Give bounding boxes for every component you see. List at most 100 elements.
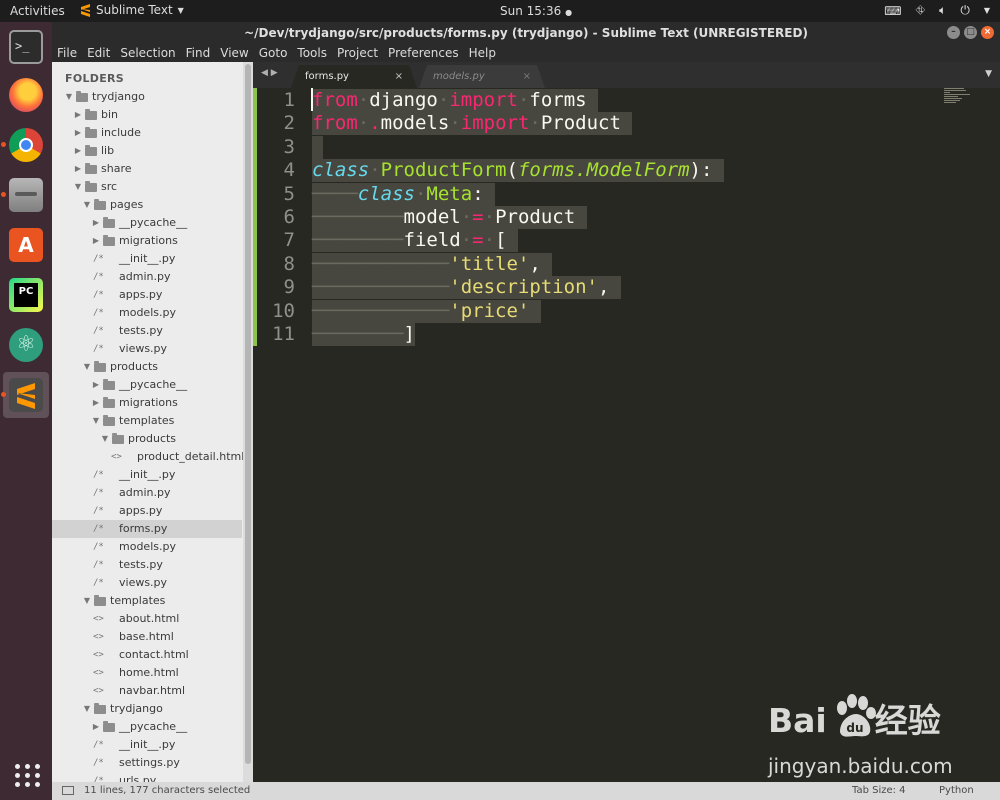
panel-toggle-icon[interactable] (62, 786, 74, 795)
firefox-launcher[interactable] (3, 72, 49, 118)
tree-item[interactable]: ▼ templates (52, 592, 242, 610)
sidebar-scrollbar-thumb[interactable] (245, 64, 251, 764)
code-line[interactable]: ────────────'price' (312, 299, 541, 323)
window-titlebar[interactable]: ~/Dev/trydjango/src/products/forms.py (t… (52, 22, 1000, 44)
code-line[interactable]: from·django·import·forms (312, 89, 599, 112)
disclosure-closed-icon[interactable]: ▶ (73, 160, 83, 178)
tree-item[interactable]: ▶ bin (52, 106, 242, 124)
chrome-launcher[interactable] (1, 122, 49, 168)
keyboard-icon[interactable]: ⌨ (884, 4, 901, 18)
disclosure-closed-icon[interactable]: ▶ (73, 124, 83, 142)
tree-item[interactable]: ▼ trydjango (52, 88, 242, 106)
tree-item[interactable]: ▼ products (52, 430, 242, 448)
pycharm-launcher[interactable]: PC (3, 272, 49, 318)
atom-launcher[interactable]: ⚛ (3, 322, 49, 368)
menu-item-selection[interactable]: Selection (120, 46, 175, 60)
tree-item[interactable]: /* models.py (52, 538, 242, 556)
tree-item[interactable]: <> base.html (52, 628, 242, 646)
maximize-button[interactable]: □ (964, 26, 977, 39)
menu-item-goto[interactable]: Goto (259, 46, 288, 60)
disclosure-closed-icon[interactable]: ▶ (91, 394, 101, 412)
tree-item[interactable]: /* admin.py (52, 484, 242, 502)
code-line[interactable] (312, 135, 324, 159)
code-line[interactable]: class·ProductForm(forms.ModelForm): (312, 159, 724, 183)
clock[interactable]: Sun 15:36 ● (500, 4, 572, 18)
volume-icon[interactable]: 🔈︎ (939, 3, 946, 18)
tree-item[interactable]: ▶ migrations (52, 394, 242, 412)
close-tab-icon[interactable]: × (523, 65, 531, 88)
tree-item[interactable]: ▶ lib (52, 142, 242, 160)
tab-models-py[interactable]: models.py × (419, 65, 545, 88)
menu-item-tools[interactable]: Tools (297, 46, 327, 60)
tree-item[interactable]: /* apps.py (52, 286, 242, 304)
tree-item[interactable]: ▶ __pycache__ (52, 376, 242, 394)
tree-item[interactable]: /* views.py (52, 340, 242, 358)
power-icon[interactable]: ⏻ (960, 3, 970, 18)
tree-item[interactable]: /* views.py (52, 574, 242, 592)
tree-item[interactable]: ▶ __pycache__ (52, 214, 242, 232)
code-line[interactable]: ────────────'description', (312, 276, 621, 300)
disclosure-open-icon[interactable]: ▼ (64, 88, 74, 106)
code-line[interactable]: ────────field·=·[ (312, 229, 518, 253)
disclosure-closed-icon[interactable]: ▶ (91, 718, 101, 736)
show-applications-launcher[interactable] (3, 752, 49, 798)
tab-next-icon[interactable]: ▶ (271, 68, 278, 78)
menu-item-find[interactable]: Find (186, 46, 211, 60)
disclosure-closed-icon[interactable]: ▶ (73, 142, 83, 160)
activities-button[interactable]: Activities (10, 4, 65, 18)
menu-item-help[interactable]: Help (469, 46, 496, 60)
tree-item[interactable]: <> product_detail.html (52, 448, 244, 466)
syntax-selector[interactable]: Python (939, 782, 974, 800)
code-line[interactable]: ────class·Meta: (312, 182, 496, 206)
tree-item[interactable]: ▼ products (52, 358, 242, 376)
app-menu[interactable]: Sublime Text ▼ (80, 3, 184, 17)
disclosure-open-icon[interactable]: ▼ (82, 358, 92, 376)
tree-item[interactable]: /* __init__.py (52, 466, 242, 484)
tree-item[interactable]: /* __init__.py (52, 736, 242, 754)
code-line[interactable]: from·.models·import·Product (312, 112, 633, 136)
disclosure-closed-icon[interactable]: ▶ (91, 214, 101, 232)
tree-item[interactable]: ▶ include (52, 124, 242, 142)
tree-item[interactable]: /* models.py (52, 304, 242, 322)
tree-item[interactable]: /* forms.py (52, 520, 242, 538)
tree-item[interactable]: /* settings.py (52, 754, 242, 772)
tab-forms-py[interactable]: forms.py × (291, 65, 417, 88)
tree-item[interactable]: ▼ src (52, 178, 242, 196)
tree-item[interactable]: /* tests.py (52, 322, 242, 340)
tree-item[interactable]: ▶ share (52, 160, 242, 178)
disclosure-open-icon[interactable]: ▼ (100, 430, 110, 448)
tree-item[interactable]: <> home.html (52, 664, 242, 682)
tree-item[interactable]: ▶ migrations (52, 232, 242, 250)
tree-item[interactable]: ▶ __pycache__ (52, 718, 242, 736)
code-editor[interactable]: 1 2 3 4 5 6 7 8 9 10 11 from·django·import·forms fr… (253, 88, 1000, 782)
tree-item[interactable]: /* admin.py (52, 268, 242, 286)
tree-item[interactable]: ▼ templates (52, 412, 242, 430)
disclosure-open-icon[interactable]: ▼ (91, 412, 101, 430)
tree-item[interactable]: /* __init__.py (52, 250, 242, 268)
files-launcher[interactable] (1, 172, 49, 218)
tree-item[interactable]: /* apps.py (52, 502, 242, 520)
tab-menu-icon[interactable]: ▼ (985, 69, 992, 79)
menu-item-preferences[interactable]: Preferences (388, 46, 459, 60)
network-icon[interactable]: ⛗ (916, 3, 926, 18)
code-line[interactable]: ────────] (312, 323, 415, 346)
tree-item[interactable]: ▼ pages (52, 196, 242, 214)
tree-item[interactable]: <> contact.html (52, 646, 242, 664)
tab-size-selector[interactable]: Tab Size: 4 (852, 782, 906, 800)
sublime-launcher[interactable] (1, 372, 49, 418)
sidebar-scrollbar[interactable] (243, 62, 253, 782)
tree-item[interactable]: /* tests.py (52, 556, 242, 574)
disclosure-open-icon[interactable]: ▼ (82, 700, 92, 718)
disclosure-open-icon[interactable]: ▼ (82, 196, 92, 214)
close-tab-icon[interactable]: × (395, 65, 403, 88)
tree-item[interactable]: <> navbar.html (52, 682, 242, 700)
close-button[interactable]: × (981, 26, 994, 39)
tree-item[interactable]: /* urls.py (52, 772, 242, 782)
menu-item-project[interactable]: Project (337, 46, 378, 60)
tree-item[interactable]: ▼ trydjango (52, 700, 242, 718)
disclosure-closed-icon[interactable]: ▶ (91, 232, 101, 250)
software-center-launcher[interactable]: A (3, 222, 49, 268)
minimize-button[interactable]: – (947, 26, 960, 39)
menu-item-edit[interactable]: Edit (87, 46, 110, 60)
chevron-down-icon[interactable]: ▼ (984, 6, 990, 15)
